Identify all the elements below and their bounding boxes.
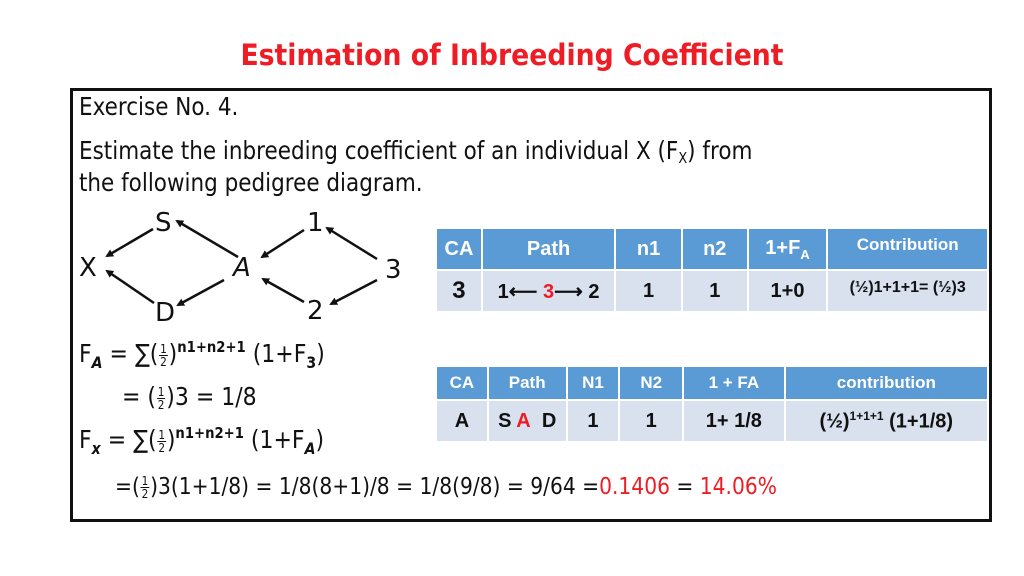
- table-2-fa: 1+ 1/8: [682, 399, 786, 443]
- half-fraction: 12: [159, 341, 168, 369]
- table-2-header-contribution: contribution: [783, 365, 990, 401]
- arrow-2-to-a: [261, 277, 305, 304]
- contribution-table-2: CA Path N1 N2 1 + FA contribution A S A …: [435, 365, 990, 443]
- table-1-header-ca: CA: [435, 227, 483, 271]
- half-fraction: 12: [157, 427, 166, 455]
- contribution-tail: (1+1/8): [883, 410, 954, 433]
- final-calculation: =(1 2)3(1+1/8) = 1/8(8+1)/8 = 1/8(9/8) = …: [115, 474, 777, 500]
- table-1-header-n1: n1: [614, 227, 683, 271]
- table-2-header-row: CA Path N1 N2 1 + FA contribution: [435, 365, 990, 401]
- fa-result-post: )3 = 1/8: [166, 382, 257, 411]
- table-1-fa: 1+0: [746, 269, 829, 313]
- table-2-ca: A: [435, 399, 489, 443]
- fa-tail: (1+F: [245, 339, 307, 368]
- arrow-3-to-1: [325, 226, 378, 261]
- fa-formula: FA = ∑(1 2)n1+n2+1 (1+F3): [79, 338, 325, 372]
- final-decimal: 0.1406: [599, 474, 670, 500]
- right-arrow-icon: ⟶: [554, 280, 589, 303]
- node-x: X: [79, 253, 97, 283]
- table-2-header-fa: 1 + FA: [682, 365, 786, 401]
- table-1-path: 1⟵ 3⟶ 2: [480, 269, 617, 313]
- table-row: A S A D 1 1 1+ 1/8 (½)1+1+1 (1+1/8): [435, 399, 990, 443]
- table-1-header-path: Path: [480, 227, 617, 271]
- frac-num: 1: [157, 427, 166, 442]
- fx-close: ): [315, 425, 325, 454]
- arrow-d-to-x: [105, 269, 155, 305]
- fa-result-pre: = (: [122, 382, 157, 411]
- table-1-header-fa-sub: A: [800, 246, 810, 262]
- fx-tail: (1+F: [243, 425, 305, 454]
- fx-tail-subscript: A: [304, 439, 316, 458]
- fa-close: ): [316, 339, 325, 368]
- final-eq: =: [669, 474, 700, 500]
- path-node-d: D: [541, 409, 557, 432]
- fx-formula: Fx = ∑(1 2)n1+n2+1 (1+FA): [79, 424, 325, 458]
- path-node-a: A: [516, 409, 531, 432]
- arrow-a-to-d: [176, 278, 225, 307]
- table-2-contribution: (½)1+1+1 (1+1/8): [783, 399, 990, 443]
- table-2-header-ca: CA: [435, 365, 489, 401]
- fx-subscript: x: [91, 439, 101, 458]
- frac-num: 1: [156, 384, 166, 399]
- fx-symbol: F: [79, 425, 92, 454]
- node-1: 1: [307, 208, 324, 238]
- final-mid: )3(1+1/8) = 1/8(8+1)/8 = 1/8(9/8) = 9/64…: [150, 474, 600, 500]
- contribution-table-1: CA Path n1 n2 1+FA Contribution 3 1⟵ 3⟶ …: [435, 227, 989, 313]
- half-fraction: 12: [140, 475, 150, 501]
- node-d: D: [155, 298, 176, 328]
- table-1-n1: 1: [614, 269, 683, 313]
- arrow-1-to-a: [260, 228, 305, 259]
- table-row: 3 1⟵ 3⟶ 2 1 1 1+0 (½)1+1+1= (½)3: [435, 269, 989, 313]
- table-1-contribution: (½)1+1+1= (½)3: [826, 269, 989, 313]
- table-1-ca: 3: [435, 269, 483, 313]
- table-2-header-n1: N1: [565, 365, 621, 401]
- arrow-s-to-x: [105, 227, 154, 258]
- table-1-header-fa-text: 1+F: [765, 236, 801, 259]
- fa-result: = (1 2)3 = 1/8: [122, 382, 257, 411]
- final-pre: =(: [115, 474, 140, 500]
- frac-den: 2: [157, 397, 165, 412]
- frac-den: 2: [158, 440, 166, 455]
- path-node-2: 2: [588, 280, 600, 303]
- contribution-exponent: 1+1+1: [849, 408, 884, 423]
- table-1-header-fa: 1+FA: [746, 227, 829, 271]
- frac-den: 2: [160, 354, 167, 369]
- arrow-a-to-s: [175, 219, 239, 259]
- path-node-s: S: [498, 409, 512, 432]
- node-2: 2: [307, 296, 324, 326]
- fa-exponent: n1+n2+1: [177, 338, 246, 356]
- fa-sum: = ∑(: [102, 339, 159, 368]
- node-s: S: [155, 208, 172, 238]
- frac-num: 1: [159, 341, 168, 356]
- table-2-header-n2: N2: [618, 365, 685, 401]
- table-2-path: S A D: [486, 399, 568, 443]
- fx-sum: = ∑(: [100, 425, 157, 454]
- path-node-3: 3: [543, 280, 555, 303]
- table-1-n2: 1: [680, 269, 749, 313]
- path-node-1: 1: [497, 280, 509, 303]
- node-a: A: [233, 253, 251, 283]
- frac-den: 2: [141, 487, 149, 501]
- table-1-header-contribution: Contribution: [826, 227, 989, 271]
- table-1-header-n2: n2: [680, 227, 749, 271]
- table-2-header-path: Path: [486, 365, 568, 401]
- table-2-n2: 1: [618, 399, 685, 443]
- fx-exponent: n1+n2+1: [175, 424, 244, 442]
- final-percent: 14.06%: [699, 474, 777, 500]
- node-3: 3: [385, 255, 402, 285]
- half-fraction: 12: [156, 384, 166, 412]
- fa-subscript: A: [91, 353, 103, 372]
- left-arrow-icon: ⟵: [508, 280, 543, 303]
- arrow-3-to-2: [329, 278, 378, 306]
- table-1-header-row: CA Path n1 n2 1+FA Contribution: [435, 227, 989, 271]
- contribution-base: (½): [819, 410, 850, 433]
- fa-symbol: F: [79, 339, 92, 368]
- fa-tail-subscript: 3: [306, 353, 317, 372]
- table-2-n1: 1: [565, 399, 621, 443]
